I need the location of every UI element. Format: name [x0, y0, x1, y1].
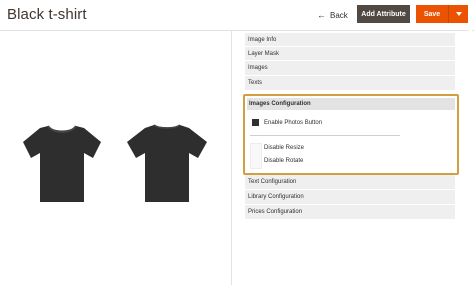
- panel-row-layer-mask[interactable]: Layer Mask: [245, 47, 455, 61]
- disable-rotate-option[interactable]: Disable Rotate: [264, 158, 303, 164]
- page-title: Black t-shirt: [7, 6, 87, 23]
- settings-panel: Image Info Layer Mask Images Texts: [245, 33, 455, 91]
- arrow-left-icon: ←: [317, 9, 326, 20]
- images-configuration-header[interactable]: Images Configuration: [247, 98, 455, 110]
- config-divider: [250, 135, 400, 136]
- panel-row-images[interactable]: Images: [245, 61, 455, 76]
- page-header: Black t-shirt ← Back Add Attribute Save: [0, 0, 474, 31]
- settings-panel-lower: Text Configuration Library Configuration…: [245, 175, 455, 220]
- vertical-divider: [231, 30, 232, 285]
- add-attribute-button[interactable]: Add Attribute: [357, 5, 410, 23]
- product-preview: [0, 30, 231, 285]
- panel-row-text-configuration[interactable]: Text Configuration: [245, 175, 455, 190]
- enable-photos-toggle[interactable]: Enable Photos Button: [252, 119, 322, 126]
- images-configuration-section: Images Configuration Enable Photos Butto…: [243, 94, 459, 175]
- caret-down-icon: [455, 12, 462, 16]
- panel-row-texts[interactable]: Texts: [245, 76, 455, 91]
- disable-resize-option[interactable]: Disable Resize: [264, 145, 304, 151]
- save-options-toggle[interactable]: [448, 5, 468, 23]
- back-label: Back: [330, 10, 348, 20]
- panel-row-image-info[interactable]: Image Info: [245, 33, 455, 47]
- enable-photos-checkbox[interactable]: [252, 119, 259, 126]
- panel-row-prices-configuration[interactable]: Prices Configuration: [245, 205, 455, 220]
- scrollbar[interactable]: [469, 30, 472, 285]
- tshirt-back-image: [127, 124, 207, 202]
- panel-row-library-configuration[interactable]: Library Configuration: [245, 190, 455, 205]
- options-checkbox-area: [250, 143, 262, 169]
- save-button[interactable]: Save: [416, 5, 448, 23]
- tshirt-front-image: [23, 125, 101, 202]
- back-button[interactable]: ← Back: [317, 8, 348, 22]
- enable-photos-label: Enable Photos Button: [264, 119, 323, 126]
